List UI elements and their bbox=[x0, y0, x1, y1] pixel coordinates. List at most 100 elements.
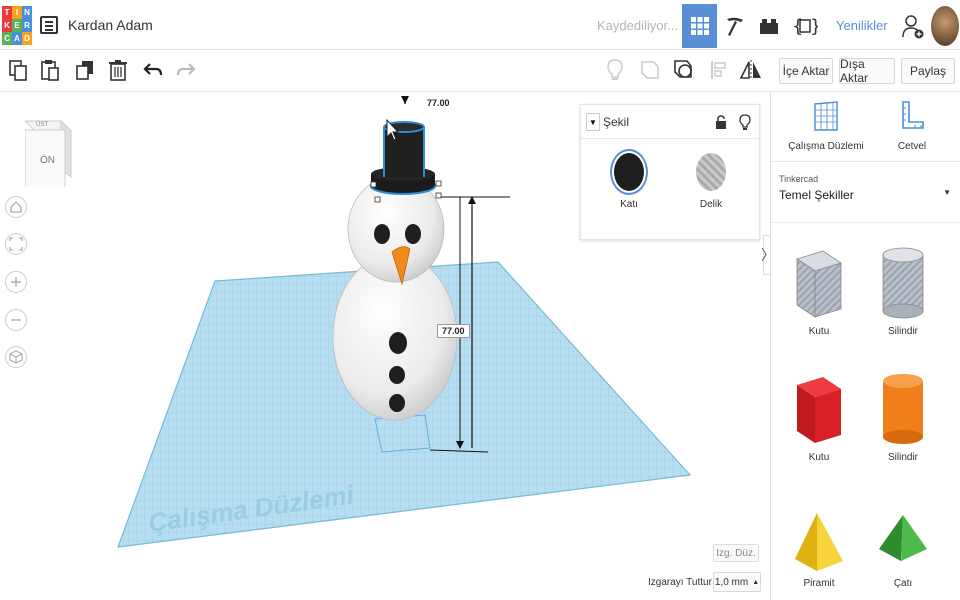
logo-letter: R bbox=[22, 19, 32, 32]
workplane-tool[interactable]: Çalışma Düzlemi bbox=[781, 100, 871, 152]
export-button[interactable]: Dışa Aktar bbox=[839, 57, 895, 85]
dimension-height-label[interactable]: 77.00 bbox=[437, 324, 470, 338]
shape-roof[interactable]: Çatı bbox=[863, 509, 943, 589]
edit-toolbar: İçe Aktar Dışa Aktar Paylaş bbox=[0, 50, 960, 92]
cube-icon bbox=[9, 350, 23, 364]
duplicate-button[interactable] bbox=[71, 56, 99, 84]
svg-text:{: { bbox=[792, 16, 803, 37]
shape-box[interactable]: Kutu bbox=[779, 369, 859, 463]
copy-icon bbox=[9, 60, 27, 81]
align-icon bbox=[711, 61, 726, 79]
ruler-tool-label: Cetvel bbox=[897, 141, 927, 152]
brick-icon bbox=[760, 19, 778, 34]
workplane-icon bbox=[814, 101, 838, 131]
shape-cylinder-hole[interactable]: Silindir bbox=[863, 243, 943, 337]
3d-view-button[interactable] bbox=[682, 4, 717, 48]
logo-letter: K bbox=[2, 19, 12, 32]
paste-icon bbox=[41, 60, 59, 81]
shape-label: Silindir bbox=[887, 326, 918, 337]
edit-grid-button[interactable]: Izg. Düz. bbox=[713, 544, 759, 562]
news-link[interactable]: Yenilikler bbox=[836, 18, 888, 33]
copy-button[interactable] bbox=[4, 56, 32, 84]
group-icon bbox=[641, 61, 659, 79]
top-bar: T I N K E R C A D Kardan Adam Kaydediliy… bbox=[0, 0, 960, 50]
shape-cylinder[interactable]: Silindir bbox=[863, 369, 943, 463]
shape-label: Kutu bbox=[808, 452, 830, 463]
shape-box-hole[interactable]: Kutu bbox=[779, 243, 859, 337]
ruler-icon bbox=[902, 101, 924, 129]
design-list-icon[interactable] bbox=[40, 16, 58, 34]
dimension-top-label[interactable]: 77.00 bbox=[423, 97, 454, 109]
zoom-in-button[interactable] bbox=[5, 271, 27, 293]
import-button[interactable]: İçe Aktar bbox=[779, 58, 833, 84]
library-name: Temel Şekiller bbox=[779, 188, 854, 202]
solid-label: Katı bbox=[620, 199, 638, 210]
snap-grid-value: 1,0 mm bbox=[714, 576, 749, 588]
zoom-out-button[interactable] bbox=[5, 309, 27, 331]
minecraft-view-button[interactable] bbox=[718, 4, 752, 48]
lock-icon[interactable] bbox=[715, 115, 727, 130]
logo-letter: E bbox=[12, 19, 22, 32]
codeblocks-button[interactable]: { } bbox=[788, 4, 822, 48]
delete-button[interactable] bbox=[104, 56, 132, 84]
note-button[interactable] bbox=[601, 56, 629, 84]
solid-option[interactable]: Katı bbox=[609, 151, 649, 210]
box-hole-icon bbox=[796, 250, 842, 318]
code-braces-icon: { } bbox=[792, 16, 818, 37]
shapes-panel: Çalışma Düzlemi Cetvel Tinkercad Temel Ş… bbox=[770, 92, 960, 600]
inspector-header: ▼ Şekil bbox=[581, 105, 759, 139]
tinkercad-logo[interactable]: T I N K E R C A D bbox=[2, 6, 32, 45]
redo-button[interactable] bbox=[172, 56, 200, 84]
logo-letter: I bbox=[12, 6, 22, 19]
user-avatar[interactable] bbox=[931, 6, 959, 46]
paste-button[interactable] bbox=[36, 56, 64, 84]
lightbulb-icon bbox=[607, 59, 623, 80]
perspective-button[interactable] bbox=[5, 346, 27, 368]
snap-grid-label: Izgarayı Tuttur bbox=[648, 577, 712, 588]
svg-text:}: } bbox=[810, 16, 818, 37]
save-status: Kaydediliyor... bbox=[597, 18, 678, 33]
snap-grid-select[interactable]: 1,0 mm ▲ bbox=[713, 572, 761, 592]
design-title[interactable]: Kardan Adam bbox=[68, 17, 153, 33]
grid-icon bbox=[690, 17, 709, 35]
shape-pyramid[interactable]: Piramit bbox=[779, 509, 859, 589]
collapse-inspector-button[interactable]: ▼ bbox=[586, 113, 600, 131]
undo-button[interactable] bbox=[139, 56, 167, 84]
logo-letter: D bbox=[22, 32, 32, 45]
logo-letter: T bbox=[2, 6, 12, 19]
shape-label: Kutu bbox=[808, 326, 830, 337]
pickaxe-icon bbox=[727, 17, 743, 36]
add-user-button[interactable] bbox=[898, 4, 928, 48]
view-cube-top-label: ÜST bbox=[36, 122, 48, 128]
shape-grid: Kutu Silindir Kutu Silindir Piramit Çatı bbox=[771, 222, 960, 600]
group-shape-button[interactable] bbox=[636, 56, 664, 84]
logo-letter: C bbox=[2, 32, 12, 45]
shape-label: Silindir bbox=[887, 452, 918, 463]
align-button[interactable] bbox=[705, 56, 733, 84]
share-button[interactable]: Paylaş bbox=[901, 58, 955, 84]
inspector-title: Şekil bbox=[603, 115, 630, 129]
add-user-icon bbox=[902, 15, 924, 39]
mirror-button[interactable] bbox=[737, 56, 765, 84]
ruler-tool[interactable]: Cetvel bbox=[877, 100, 947, 152]
hole-option[interactable]: Delik bbox=[691, 151, 731, 210]
caret-up-icon: ▲ bbox=[752, 578, 760, 586]
undo-icon bbox=[143, 63, 163, 76]
redo-icon bbox=[176, 63, 196, 76]
fit-view-button[interactable] bbox=[5, 233, 27, 255]
shape-label: Piramit bbox=[803, 578, 835, 589]
orange-cylinder-icon bbox=[883, 374, 923, 444]
ungroup-button[interactable] bbox=[670, 56, 698, 84]
view-cube[interactable]: ÜST ÖN bbox=[23, 117, 75, 192]
3d-viewport[interactable]: Çalışma Düzlemi 77.00 77.00 ÜST ÖN ▼ Şek… bbox=[0, 92, 770, 600]
lego-view-button[interactable] bbox=[754, 4, 784, 48]
logo-letter: N bbox=[22, 6, 32, 19]
library-select[interactable]: Tinkercad Temel Şekiller ▼ bbox=[779, 174, 955, 214]
logo-letter: A bbox=[12, 32, 22, 45]
lightbulb-icon[interactable] bbox=[739, 114, 751, 131]
home-view-button[interactable] bbox=[5, 196, 27, 218]
view-cube-front-label: ÖN bbox=[40, 155, 55, 166]
panel-tools: Çalışma Düzlemi Cetvel bbox=[771, 92, 960, 162]
red-box-icon bbox=[797, 377, 841, 443]
hole-label: Delik bbox=[699, 199, 723, 210]
